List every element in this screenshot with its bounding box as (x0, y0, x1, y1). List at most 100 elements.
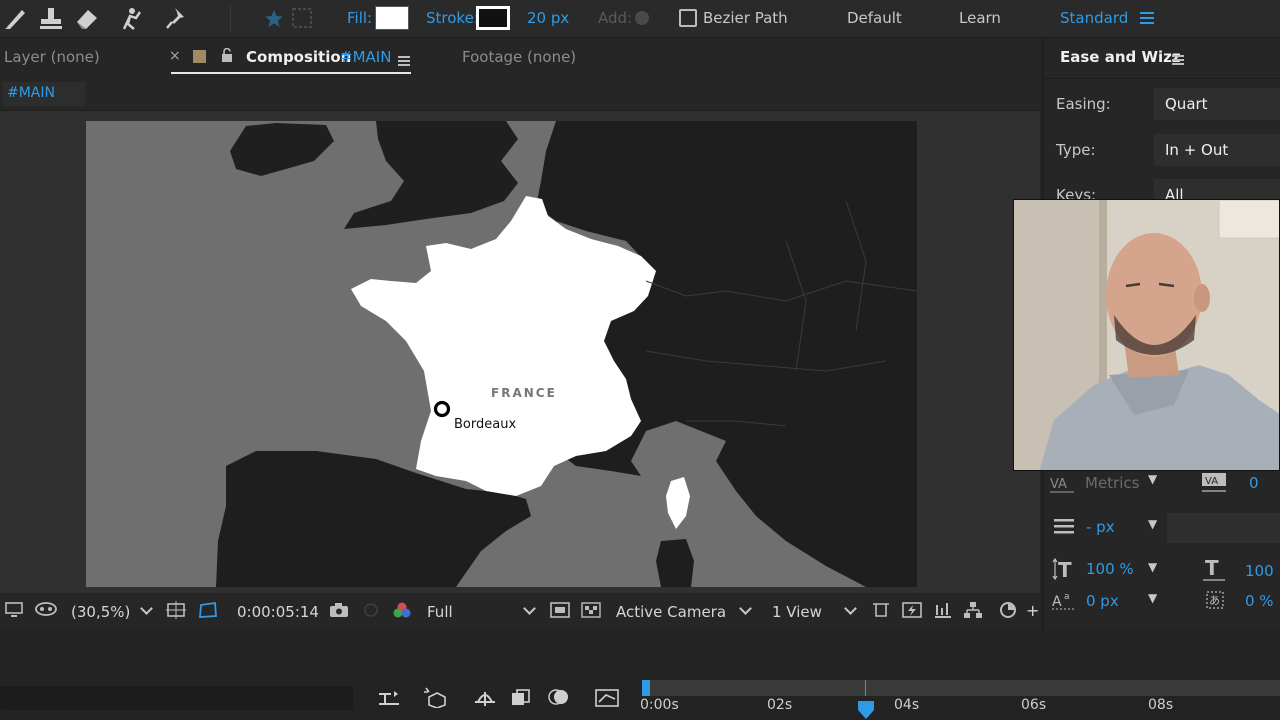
current-time-display[interactable]: 0:00:05:14 (237, 603, 319, 621)
stroke-swatch[interactable] (476, 6, 510, 30)
tab-composition-label[interactable]: Composition (246, 48, 351, 66)
type-dropdown[interactable]: In + Out (1154, 134, 1280, 166)
tsume-value[interactable]: 0 % (1245, 592, 1274, 610)
frame-blending-icon[interactable] (510, 688, 532, 712)
europe-map (86, 121, 917, 587)
timeline-search-input[interactable] (0, 686, 353, 710)
clone-stamp-tool-icon[interactable] (37, 4, 65, 32)
tab-layer[interactable]: Layer (none) (4, 48, 100, 66)
workspace-learn[interactable]: Learn (959, 9, 1001, 27)
easing-value: Quart (1165, 95, 1208, 113)
fast-preview-render-icon[interactable] (902, 601, 922, 623)
timeline-tick-0: 0:00s (640, 697, 679, 713)
region-of-interest-icon[interactable] (197, 600, 219, 624)
reset-exposure-icon[interactable] (998, 600, 1018, 624)
kerning-dropdown-icon[interactable]: ▼ (1148, 472, 1157, 486)
snapshot-camera-icon[interactable] (329, 602, 349, 622)
svg-text:A: A (1052, 594, 1062, 610)
vertical-scale-dropdown-icon[interactable]: ▼ (1148, 560, 1157, 574)
tsume-icon: あ (1204, 589, 1226, 615)
workspace-default[interactable]: Default (847, 9, 902, 27)
star-icon[interactable] (260, 4, 288, 32)
baseline-dropdown-icon[interactable]: ▼ (1148, 591, 1157, 605)
leading-value[interactable]: - px (1086, 518, 1115, 536)
fill-label: Fill: (347, 9, 373, 27)
baseline-shift-value[interactable]: 0 px (1086, 592, 1119, 610)
timeline-tick-4: 04s (894, 697, 920, 713)
transparency-grid-icon[interactable] (581, 602, 601, 622)
france-country-label: FRANCE (491, 386, 557, 400)
graph-editor-icon[interactable] (594, 686, 620, 712)
timeline-work-area-bar[interactable] (642, 680, 1280, 696)
easing-label: Easing: (1056, 95, 1111, 113)
viewer-controls: (30,5%) 0:00:05:14 Full Active Camera 1 … (0, 593, 1040, 629)
vertical-scale-icon: T (1052, 557, 1080, 584)
more-icon[interactable]: + (1026, 601, 1039, 620)
sardinia-landmass (656, 539, 694, 587)
roto-brush-tool-icon[interactable] (118, 4, 146, 32)
panel-menu-icon[interactable] (1172, 53, 1184, 69)
composition-panel: Layer (none) × Composition #MAIN Footage… (0, 38, 1040, 630)
comp-navigator-name[interactable]: #MAIN (2, 82, 86, 106)
timeline-tick-6: 06s (1021, 697, 1047, 713)
magnification-dropdown-icon[interactable] (140, 602, 153, 615)
lock-icon[interactable] (221, 47, 233, 66)
color-channels-icon[interactable] (392, 601, 412, 623)
show-snapshot-icon[interactable] (361, 602, 381, 622)
camera-view-dropdown-icon[interactable] (739, 602, 752, 615)
toggle-pixel-aspect-icon[interactable] (871, 601, 891, 623)
timeline-icon[interactable] (933, 601, 953, 623)
tab-footage[interactable]: Footage (none) (462, 48, 576, 66)
magnification-value[interactable]: (30,5%) (71, 603, 130, 621)
resolution-value[interactable]: Full (427, 603, 453, 621)
panel-menu-icon[interactable] (398, 54, 410, 70)
leading-dropdown-icon[interactable]: ▼ (1148, 517, 1157, 531)
easing-dropdown[interactable]: Quart (1154, 88, 1280, 120)
tracking-value[interactable]: 0 (1249, 474, 1259, 492)
close-tab-icon[interactable]: × (169, 48, 181, 64)
view-layout-value[interactable]: 1 View (772, 603, 822, 621)
eraser-tool-icon[interactable] (73, 4, 101, 32)
vertical-scale-value[interactable]: 100 % (1086, 560, 1134, 578)
resolution-dropdown-icon[interactable] (523, 602, 536, 615)
font-size-field[interactable] (1167, 513, 1280, 543)
grid-pattern-icon[interactable] (288, 4, 316, 32)
puppet-pin-tool-icon[interactable] (162, 4, 190, 32)
playhead-icon[interactable] (857, 700, 875, 720)
comp-mini-flowchart-icon[interactable] (377, 689, 401, 713)
kerning-mode-value[interactable]: Metrics (1085, 474, 1139, 492)
svg-text:T: T (1058, 558, 1072, 580)
tab-composition-name[interactable]: #MAIN (340, 48, 391, 66)
leading-icon (1054, 518, 1076, 540)
webcam-overlay (1013, 199, 1280, 471)
shy-layers-icon[interactable] (472, 688, 498, 712)
mask-visibility-icon[interactable] (34, 602, 58, 622)
composition-canvas[interactable]: FRANCE Bordeaux (86, 121, 917, 587)
motion-blur-icon[interactable] (546, 686, 572, 712)
safe-areas-icon[interactable] (166, 601, 186, 623)
fast-previews-icon[interactable] (550, 602, 570, 622)
svg-text:VA: VA (1050, 477, 1067, 492)
stroke-width-value[interactable]: 20 px (527, 9, 569, 27)
camera-view-value[interactable]: Active Camera (616, 603, 726, 621)
tracking-icon: VA (1202, 472, 1228, 498)
brush-tool-icon[interactable] (2, 4, 30, 32)
draft-3d-icon[interactable] (423, 686, 449, 712)
comp-color-label-icon (193, 50, 206, 63)
workspace-menu-icon[interactable] (1140, 12, 1154, 28)
add-label: Add: (598, 9, 633, 27)
workspace-standard[interactable]: Standard (1060, 9, 1128, 27)
add-property-icon[interactable] (635, 11, 649, 25)
view-layout-dropdown-icon[interactable] (844, 602, 857, 615)
active-tab-underline (171, 72, 411, 74)
work-area-start-handle[interactable] (642, 680, 650, 696)
bezier-path-checkbox[interactable] (679, 9, 697, 27)
horizontal-scale-value[interactable]: 100 (1245, 562, 1274, 580)
stroke-label: Stroke: (426, 9, 479, 27)
always-preview-icon[interactable] (5, 602, 25, 622)
type-value: In + Out (1165, 141, 1229, 159)
svg-text:あ: あ (1209, 594, 1220, 607)
svg-text:a: a (1064, 592, 1070, 602)
fill-swatch[interactable] (375, 6, 409, 30)
flowchart-icon[interactable] (963, 601, 983, 623)
